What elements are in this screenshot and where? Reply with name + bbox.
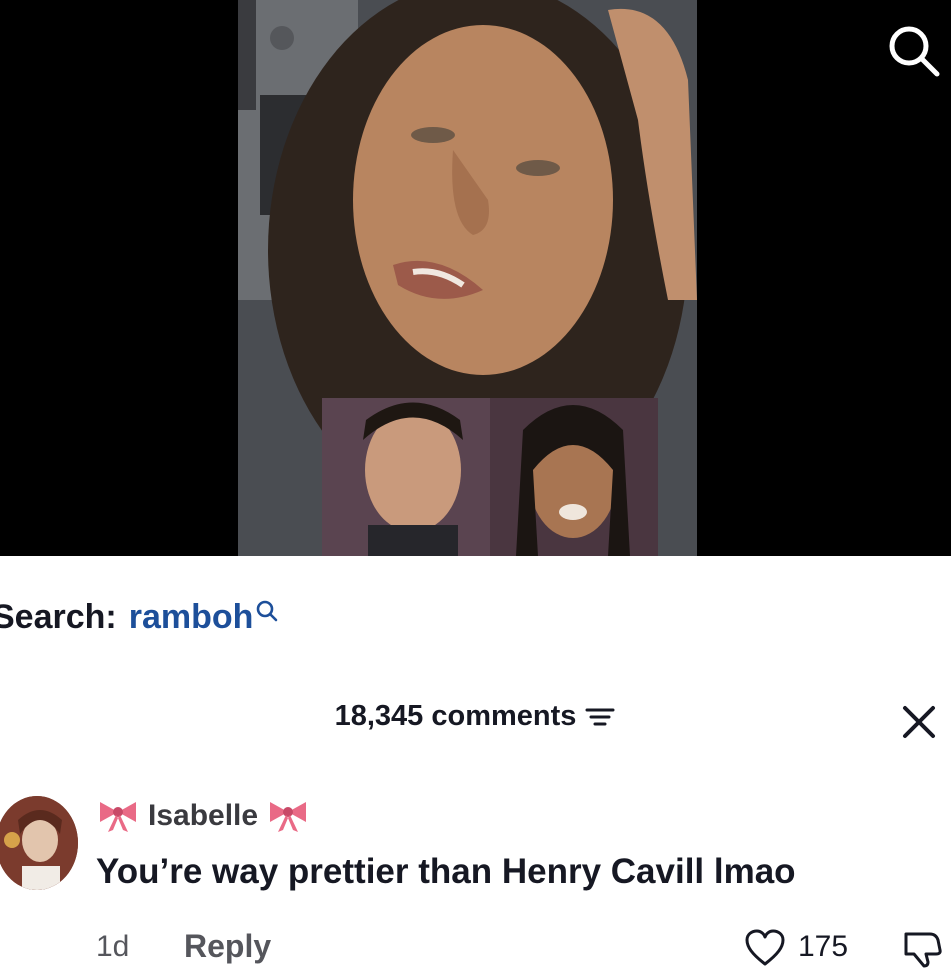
filter-icon[interactable] bbox=[584, 703, 616, 731]
search-icon[interactable] bbox=[885, 22, 943, 80]
comments-header: 18,345 comments bbox=[0, 700, 951, 733]
search-suggestion[interactable]: Search: ramboh bbox=[0, 598, 279, 637]
comment-timestamp: 1d bbox=[96, 930, 130, 963]
heart-icon[interactable] bbox=[744, 928, 786, 968]
video-frame bbox=[238, 0, 697, 556]
search-prefix-label: Search: bbox=[0, 598, 117, 636]
reply-button[interactable]: Reply bbox=[184, 928, 271, 965]
video-player[interactable] bbox=[0, 0, 951, 556]
ribbon-bow-icon bbox=[270, 802, 307, 832]
comment-text: You’re way prettier than Henry Cavill lm… bbox=[96, 852, 796, 891]
comment-author[interactable]: Isabelle bbox=[96, 796, 310, 836]
avatar[interactable] bbox=[0, 796, 78, 890]
comments-count: 18,345 comments bbox=[334, 700, 577, 732]
video-thumbnail-image bbox=[238, 0, 697, 556]
close-icon[interactable] bbox=[901, 704, 937, 740]
search-term-link[interactable]: ramboh bbox=[129, 598, 254, 637]
comment-username[interactable]: Isabelle bbox=[148, 799, 258, 833]
search-small-icon bbox=[257, 600, 278, 621]
ribbon-bow-icon bbox=[100, 802, 136, 832]
comment-meta: 1d Reply 175 bbox=[0, 926, 951, 970]
like-count: 175 bbox=[798, 930, 849, 963]
dislike-icon[interactable] bbox=[900, 928, 944, 968]
